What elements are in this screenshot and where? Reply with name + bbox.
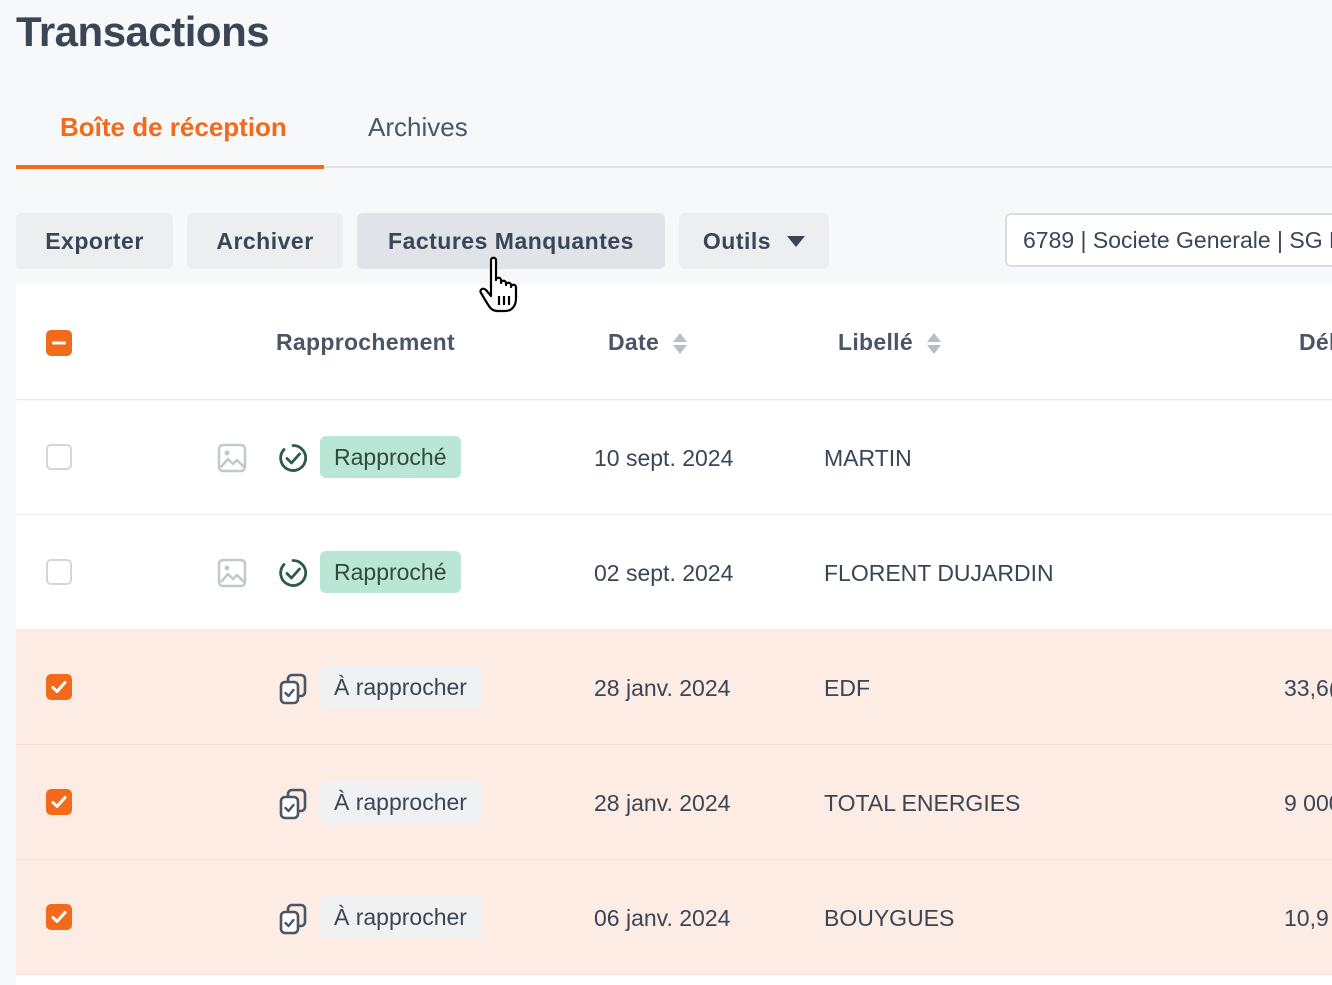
- cell-debit: 9 000: [1284, 790, 1332, 816]
- archive-button[interactable]: Archiver: [187, 213, 343, 269]
- cell-date: 02 sept. 2024: [594, 560, 734, 586]
- tools-button-label: Outils: [702, 227, 772, 254]
- cell-date: 28 janv. 2024: [594, 790, 731, 816]
- cell-date: 06 janv. 2024: [594, 905, 731, 931]
- table-row[interactable]: Rapproché 10 sept. 2024 MARTIN: [16, 400, 1332, 515]
- row-checkbox[interactable]: [46, 789, 72, 815]
- reconciliation-status-badge: À rapprocher: [320, 666, 481, 708]
- header-libelle: Libellé: [838, 329, 913, 355]
- documents-match-icon: [279, 673, 307, 705]
- documents-match-icon: [279, 788, 307, 820]
- sort-icon: [673, 332, 688, 356]
- table-row[interactable]: À rapprocher 06 janv. 2024 BOUYGUES 10,9: [16, 860, 1332, 975]
- transactions-table: Rapprochement Date Libellé Dél Rapproché…: [16, 285, 1332, 985]
- reconciliation-status-badge: À rapprocher: [320, 781, 481, 823]
- row-checkbox[interactable]: [46, 559, 72, 585]
- export-button-label: Exporter: [45, 227, 144, 254]
- cell-debit: 33,6(: [1284, 675, 1332, 701]
- table-header: Rapprochement Date Libellé Dél: [16, 285, 1332, 400]
- cell-label: FLORENT DUJARDIN: [824, 560, 1054, 586]
- cell-label: EDF: [824, 675, 870, 701]
- cell-date: 10 sept. 2024: [594, 445, 734, 471]
- check-icon: [51, 796, 67, 808]
- archive-button-label: Archiver: [216, 227, 314, 254]
- reconciliation-status-badge: À rapprocher: [320, 896, 481, 938]
- table-row[interactable]: À rapprocher 28 janv. 2024 EDF 33,6(: [16, 630, 1332, 745]
- caret-down-icon: [787, 235, 806, 247]
- reconciled-check-icon: [279, 559, 308, 587]
- reconciliation-status-badge: Rapproché: [320, 436, 461, 478]
- header-date: Date: [608, 329, 660, 355]
- cell-label: MARTIN: [824, 445, 912, 471]
- minus-icon: [52, 341, 66, 345]
- header-libelle-sort[interactable]: Libellé: [838, 329, 941, 356]
- header-debit: Dél: [1299, 329, 1332, 355]
- bank-account-select[interactable]: 6789 | Societe Generale | SG P: [1005, 213, 1332, 267]
- export-button[interactable]: Exporter: [16, 213, 173, 269]
- receipt-image-icon[interactable]: [217, 558, 247, 588]
- documents-match-icon: [279, 903, 307, 935]
- active-tab-indicator: [16, 165, 324, 169]
- reconciled-check-icon: [279, 444, 308, 472]
- missing-invoices-button-label: Factures Manquantes: [388, 227, 634, 254]
- cell-label: BOUYGUES: [824, 905, 955, 931]
- page-title: Transactions: [16, 8, 270, 55]
- row-checkbox[interactable]: [46, 904, 72, 930]
- header-date-sort[interactable]: Date: [608, 329, 688, 356]
- check-icon: [51, 681, 67, 693]
- tab-inbox[interactable]: Boîte de réception: [60, 112, 287, 143]
- missing-invoices-button[interactable]: Factures Manquantes: [357, 213, 665, 269]
- header-rapprochement: Rapprochement: [276, 329, 455, 355]
- table-row[interactable]: À rapprocher 28 janv. 2024 TOTAL ENERGIES 9…: [16, 745, 1332, 860]
- select-all-checkbox[interactable]: [46, 330, 72, 356]
- tabs-bar: Boîte de réception Archives: [16, 100, 1332, 170]
- cell-date: 28 janv. 2024: [594, 675, 731, 701]
- table-row[interactable]: Rapproché 02 sept. 2024 FLORENT DUJARDIN: [16, 515, 1332, 630]
- tab-archives[interactable]: Archives: [368, 112, 468, 143]
- reconciliation-status-badge: Rapproché: [320, 551, 461, 593]
- row-checkbox[interactable]: [46, 444, 72, 470]
- tools-dropdown-button[interactable]: Outils: [679, 213, 829, 269]
- check-icon: [51, 911, 67, 923]
- sort-icon: [926, 332, 941, 356]
- cell-debit: 10,9: [1284, 905, 1329, 931]
- cell-label: TOTAL ENERGIES: [824, 790, 1021, 816]
- row-checkbox[interactable]: [46, 674, 72, 700]
- receipt-image-icon[interactable]: [217, 443, 247, 473]
